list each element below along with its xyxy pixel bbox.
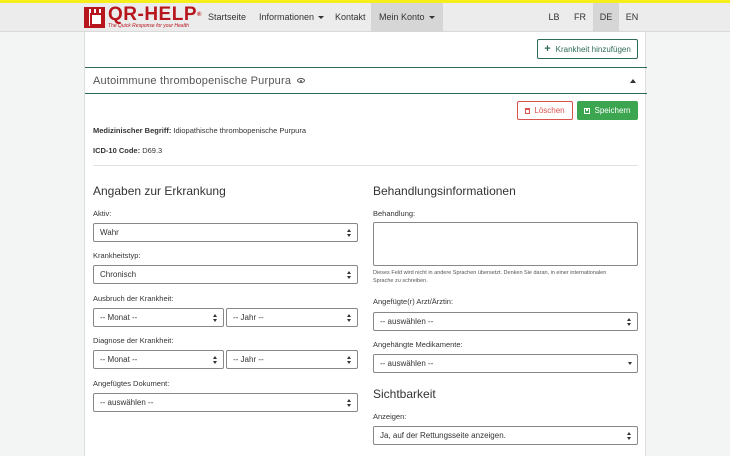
disease-title: Autoimmune thrombopenische Purpura <box>93 74 292 87</box>
nav-informationen-label: Informationen <box>259 12 315 22</box>
doctor-label: Angefügte(r) Arzt/Ärztin: <box>373 297 454 306</box>
save-button[interactable]: Speichern <box>577 101 638 120</box>
diagnosis-year-select[interactable]: -- Jahr -- <box>226 350 358 369</box>
medical-term-value: Idiopathische thrombopenische Purpura <box>173 126 307 135</box>
disease-card: + Krankheit hinzufügen Autoimmune thromb… <box>84 32 647 456</box>
lang-lb[interactable]: LB <box>541 3 567 32</box>
treatment-textarea[interactable] <box>373 222 638 266</box>
nav-informationen[interactable]: Informationen <box>259 3 325 32</box>
logo-registered-mark: ® <box>197 12 202 18</box>
logo-text-block: QR-HELP® The Quick Response for your Hea… <box>108 4 202 30</box>
chevron-down-icon <box>318 16 325 20</box>
show-select[interactable]: Ja, auf der Rettungsseite anzeigen. <box>373 426 638 445</box>
nav-startseite[interactable]: Startseite <box>208 3 246 32</box>
onset-month-select[interactable]: -- Monat -- <box>93 308 224 327</box>
document-label: Angefügtes Dokument: <box>93 379 170 388</box>
nav-startseite-label: Startseite <box>208 12 247 22</box>
select-arrows-icon <box>627 432 632 440</box>
select-arrows-icon <box>213 356 218 364</box>
eye-icon <box>297 78 306 83</box>
disease-info-heading: Angaben zur Erkrankung <box>93 184 226 198</box>
nav-mein-konto-label: Mein Konto <box>379 12 425 22</box>
add-disease-button[interactable]: + Krankheit hinzufügen <box>537 39 638 59</box>
plus-icon: + <box>544 43 551 55</box>
doctor-select-value: -- auswählen -- <box>380 317 434 326</box>
icd-code: ICD-10 Code: D69.3 <box>93 146 162 155</box>
meds-select-value: -- auswählen -- <box>380 359 434 368</box>
lang-en-label: EN <box>625 12 639 22</box>
trash-icon <box>525 107 531 114</box>
onset-month-value: -- Monat -- <box>100 313 138 322</box>
active-select[interactable]: Wahr <box>93 223 358 242</box>
diagnosis-label: Diagnose der Krankheit: <box>93 336 174 345</box>
lang-de-label: DE <box>599 12 613 22</box>
add-disease-label: Krankheit hinzufügen <box>555 44 631 54</box>
nav-mein-konto[interactable]: Mein Konto <box>371 3 443 32</box>
brand-logo[interactable]: QR-HELP® The Quick Response for your Hea… <box>84 4 202 30</box>
diagnosis-year-value: -- Jahr -- <box>233 355 264 364</box>
nav-kontakt-label: Kontakt <box>335 12 366 22</box>
visibility-heading: Sichtbarkeit <box>373 387 436 401</box>
qr-code-icon <box>84 7 105 28</box>
lang-lb-label: LB <box>548 12 560 22</box>
treatment-info-heading: Behandlungsinformationen <box>373 184 516 198</box>
onset-year-select[interactable]: -- Jahr -- <box>226 308 358 327</box>
lang-fr[interactable]: FR <box>567 3 593 32</box>
disease-accordion-header[interactable]: Autoimmune thrombopenische Purpura <box>85 67 647 94</box>
diagnosis-month-select[interactable]: -- Monat -- <box>93 350 224 369</box>
floppy-disk-icon <box>584 107 591 114</box>
type-label: Krankheitstyp: <box>93 251 141 260</box>
delete-label: Löschen <box>534 106 565 115</box>
treatment-hint: Dieses Feld wird nicht in andere Sprache… <box>373 270 607 284</box>
diagnosis-month-value: -- Monat -- <box>100 355 138 364</box>
select-arrows-icon <box>213 314 218 322</box>
select-arrows-icon <box>347 271 352 279</box>
select-arrows-icon <box>347 399 352 407</box>
doctor-select[interactable]: -- auswählen -- <box>373 312 638 331</box>
onset-label: Ausbruch der Krankheit: <box>93 294 174 303</box>
select-arrows-icon <box>347 314 352 322</box>
chevron-down-icon <box>428 16 435 20</box>
chevron-up-icon[interactable] <box>630 79 636 83</box>
medical-term-label: Medizinischer Begriff: <box>93 126 172 135</box>
show-label: Anzeigen: <box>373 412 407 421</box>
delete-button[interactable]: Löschen <box>517 101 573 120</box>
lang-en[interactable]: EN <box>619 3 645 32</box>
meds-select[interactable]: -- auswählen -- <box>373 354 638 373</box>
logo-wordmark: QR-HELP® <box>108 4 202 25</box>
document-select[interactable]: -- auswählen -- <box>93 393 358 412</box>
icd-label: ICD-10 Code: <box>93 146 141 155</box>
onset-year-value: -- Jahr -- <box>233 313 264 322</box>
navbar: QR-HELP® The Quick Response for your Hea… <box>0 3 730 32</box>
treatment-label: Behandlung: <box>373 209 416 218</box>
save-label: Speichern <box>594 106 631 115</box>
chevron-down-icon <box>628 362 632 365</box>
lang-de[interactable]: DE <box>593 3 619 32</box>
meds-label: Angehängte Medikamente: <box>373 340 463 349</box>
select-arrows-icon <box>627 318 632 326</box>
show-select-value: Ja, auf der Rettungsseite anzeigen. <box>380 431 506 440</box>
nav-kontakt[interactable]: Kontakt <box>335 3 366 32</box>
document-select-value: -- auswählen -- <box>100 398 154 407</box>
medical-term: Medizinischer Begriff: Idiopathische thr… <box>93 126 306 135</box>
icd-value: D69.3 <box>142 146 163 155</box>
select-arrows-icon <box>347 356 352 364</box>
logo-name: QR-HELP <box>108 4 197 25</box>
logo-tagline: The Quick Response for your Health <box>108 23 189 29</box>
section-divider <box>93 165 638 166</box>
type-select[interactable]: Chronisch <box>93 265 358 284</box>
lang-fr-label: FR <box>574 12 586 22</box>
type-select-value: Chronisch <box>100 270 137 279</box>
select-arrows-icon <box>347 229 352 237</box>
active-label: Aktiv: <box>93 209 112 218</box>
active-select-value: Wahr <box>100 228 119 237</box>
